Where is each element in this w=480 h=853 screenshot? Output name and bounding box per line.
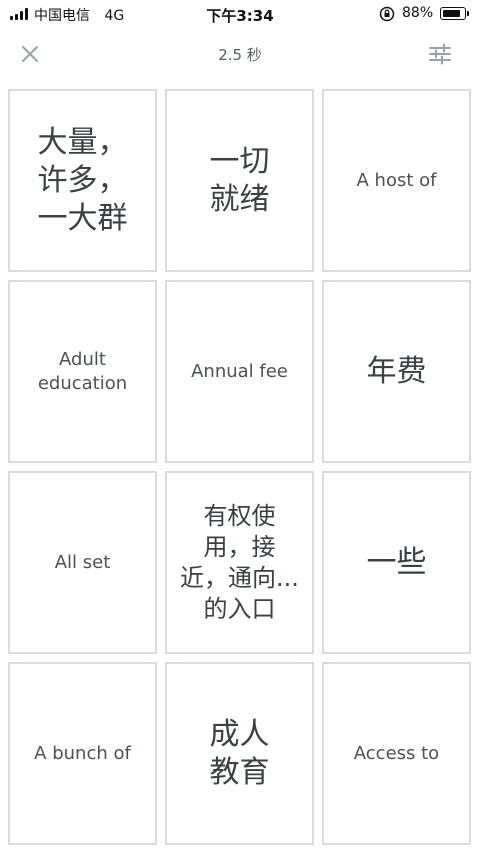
match-card[interactable]: 大量， 许多， 一大群 xyxy=(8,89,157,272)
match-card[interactable]: 年费 xyxy=(322,280,471,463)
card-text: 大量， 许多， 一大群 xyxy=(37,124,128,236)
card-text: 有权使 用，接 近，通向... 的入口 xyxy=(180,501,299,623)
battery-percent: 88% xyxy=(402,5,434,21)
status-bar: 中国电信 4G 下午3:34 88% xyxy=(0,0,480,28)
settings-button[interactable] xyxy=(424,38,456,70)
match-grid: 大量， 许多， 一大群 一切 就绪 A host of Adult educat… xyxy=(8,89,472,845)
header: 2.5 秒 xyxy=(0,28,480,84)
timer-title: 2.5 秒 xyxy=(218,46,262,64)
match-card[interactable]: 一切 就绪 xyxy=(165,89,314,272)
battery-tip xyxy=(467,11,469,16)
match-card[interactable]: 有权使 用，接 近，通向... 的入口 xyxy=(165,471,314,654)
match-card[interactable]: Annual fee xyxy=(165,280,314,463)
card-text: Adult education xyxy=(37,348,128,394)
card-text: 一切 就绪 xyxy=(209,143,270,217)
card-text: 一些 xyxy=(366,544,427,580)
card-text: A bunch of xyxy=(34,742,131,764)
card-text: Annual fee xyxy=(191,360,288,382)
match-card[interactable]: A bunch of xyxy=(8,662,157,845)
card-text: Access to xyxy=(353,742,440,764)
card-text: 年费 xyxy=(366,353,427,389)
match-card[interactable]: A host of xyxy=(322,89,471,272)
battery-icon xyxy=(440,7,466,20)
orientation-lock-icon xyxy=(379,6,395,22)
card-text: A host of xyxy=(356,169,437,191)
battery-fill xyxy=(442,9,461,17)
match-card[interactable]: Adult education xyxy=(8,280,157,463)
match-card[interactable]: 一些 xyxy=(322,471,471,654)
sliders-icon xyxy=(429,43,451,65)
match-card[interactable]: Access to xyxy=(322,662,471,845)
match-card[interactable]: All set xyxy=(8,471,157,654)
card-text: All set xyxy=(54,551,111,573)
card-text: 成人 教育 xyxy=(209,716,270,790)
match-card[interactable]: 成人 教育 xyxy=(165,662,314,845)
